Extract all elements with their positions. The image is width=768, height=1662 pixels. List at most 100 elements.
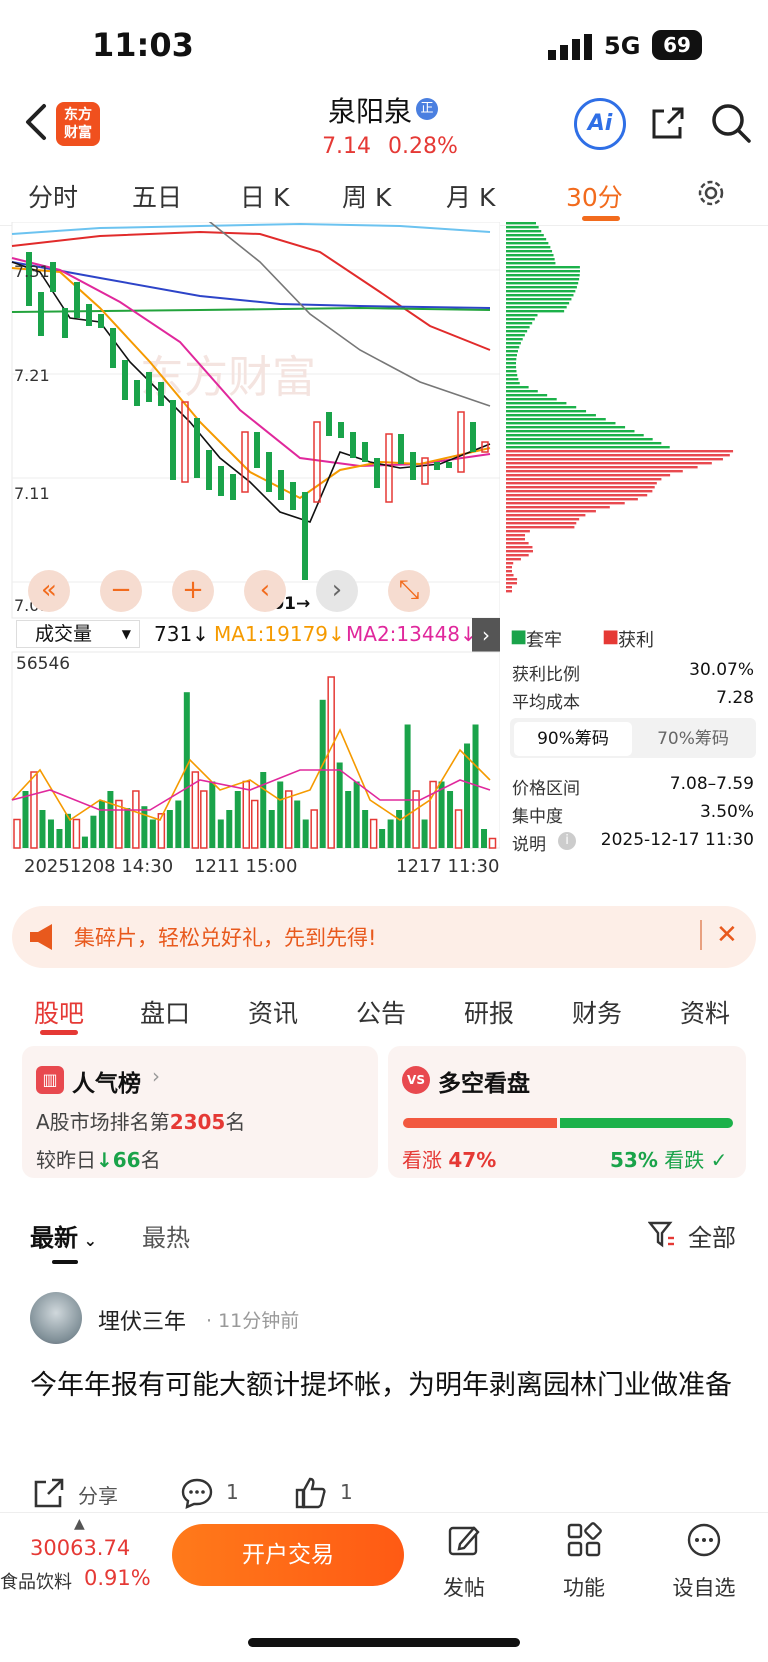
- comment-icon[interactable]: [180, 1476, 214, 1510]
- chip-distribution: [506, 222, 734, 593]
- volume-bar: [362, 810, 369, 848]
- tab-wuri[interactable]: 五日: [132, 178, 182, 214]
- volume-bar: [217, 819, 224, 848]
- arrow-down-icon: ↓: [96, 1148, 113, 1172]
- share-icon[interactable]: [648, 103, 688, 143]
- scroll-left-button[interactable]: ‹: [244, 570, 286, 612]
- chip-bar-profit: [506, 502, 625, 505]
- indicator-next-button[interactable]: ›: [472, 618, 500, 652]
- tab-hottest[interactable]: 最热: [142, 1218, 190, 1253]
- chip-bar-profit: [506, 550, 533, 553]
- chip-bar-trapped: [506, 274, 580, 277]
- chart-icon: ▥: [36, 1066, 64, 1094]
- like-count: 1: [340, 1480, 353, 1504]
- index-value[interactable]: 30063.74: [30, 1536, 130, 1560]
- tab-yanbao[interactable]: 研报: [464, 994, 514, 1030]
- tab-latest[interactable]: 最新 ⌄: [30, 1218, 97, 1253]
- chip-bar-profit: [506, 582, 517, 585]
- nav-functions[interactable]: 功能: [544, 1522, 624, 1602]
- tab-fenshi[interactable]: 分时: [28, 178, 78, 214]
- chip-bar-trapped: [506, 282, 579, 285]
- chip-bar-trapped: [506, 246, 551, 249]
- megaphone-icon: [30, 924, 52, 950]
- tab-zixun[interactable]: 资讯: [248, 994, 298, 1030]
- chip-bar-profit: [506, 478, 662, 481]
- avatar[interactable]: [30, 1292, 82, 1344]
- tab-pankou[interactable]: 盘口: [140, 994, 190, 1030]
- bull-text[interactable]: 看涨 47%: [402, 1144, 496, 1173]
- volume-bar: [81, 836, 88, 848]
- scroll-right-button[interactable]: ›: [316, 570, 358, 612]
- zoom-out-button[interactable]: −: [100, 570, 142, 612]
- post-author[interactable]: 埋伏三年: [98, 1304, 186, 1336]
- chip-bar-profit: [506, 518, 580, 521]
- search-icon[interactable]: [710, 102, 752, 144]
- zoom-in-button[interactable]: +: [172, 570, 214, 612]
- chip-bar-profit: [506, 506, 610, 509]
- current-price: 7.14: [322, 134, 372, 159]
- tab-chip-90[interactable]: 90%筹码: [514, 722, 632, 756]
- chip-bar-trapped: [506, 278, 580, 281]
- tab-week-k[interactable]: 周 K: [342, 178, 391, 214]
- rank-change-number: 66: [112, 1148, 141, 1172]
- open-account-trade-button[interactable]: 开户交易: [172, 1524, 404, 1586]
- chip-bar-trapped: [506, 250, 553, 253]
- chip-bar-trapped: [506, 442, 662, 445]
- volume-bar: [175, 800, 182, 848]
- like-icon[interactable]: [294, 1476, 328, 1510]
- chip-bar-profit: [506, 534, 526, 537]
- nav-post[interactable]: 发帖: [424, 1522, 504, 1602]
- volume-bar: [319, 699, 326, 848]
- volume-bar: [481, 829, 488, 848]
- volume-ma1: MA1:19179↓: [214, 622, 345, 646]
- chip-bar-profit: [506, 562, 514, 565]
- chip-bar-profit: [506, 586, 512, 589]
- kline-chart[interactable]: 东方财富: [0, 222, 500, 622]
- tab-chip-70[interactable]: 70%筹码: [634, 722, 752, 756]
- tab-guba[interactable]: 股吧: [34, 994, 84, 1030]
- indicator-select[interactable]: 成交量 ▼: [16, 620, 140, 648]
- network-type: 5G: [604, 32, 641, 60]
- bear-text[interactable]: 53% 看跌 ✓: [610, 1144, 727, 1173]
- comment-count: 1: [226, 1480, 239, 1504]
- tab-gonggao[interactable]: 公告: [356, 994, 406, 1030]
- chip-bar-trapped: [506, 438, 653, 441]
- tab-ziliao[interactable]: 资料: [680, 994, 730, 1030]
- chip-bar-trapped: [506, 382, 520, 385]
- tab-day-k[interactable]: 日 K: [240, 178, 289, 214]
- chip-bar-trapped: [506, 374, 518, 377]
- scroll-left-far-button[interactable]: «: [28, 570, 70, 612]
- price-range-label: 价格区间: [512, 779, 580, 799]
- chip-bar-trapped: [506, 334, 525, 337]
- chip-bar-trapped: [506, 298, 572, 301]
- tab-month-k[interactable]: 月 K: [446, 178, 495, 214]
- chip-bar-trapped: [506, 230, 542, 233]
- chip-bar-trapped: [506, 410, 587, 413]
- tab-30min[interactable]: 30分: [566, 178, 623, 214]
- info-icon[interactable]: i: [558, 832, 576, 850]
- index-name[interactable]: 食品饮料: [0, 1568, 72, 1594]
- share-label[interactable]: 分享: [78, 1480, 118, 1509]
- nav-watchlist[interactable]: 设自选: [664, 1522, 744, 1602]
- date-end: 1217 11:30: [396, 856, 500, 877]
- filter-all[interactable]: 全部: [688, 1218, 736, 1253]
- ai-button[interactable]: Ai: [574, 98, 626, 150]
- profit-ratio-value: 30.07%: [689, 660, 754, 680]
- chip-bar-trapped: [506, 390, 538, 393]
- fullscreen-button[interactable]: ⤡: [388, 570, 430, 612]
- volume-bar: [107, 791, 114, 848]
- filter-icon[interactable]: [648, 1220, 676, 1248]
- back-icon[interactable]: [22, 102, 52, 142]
- volume-bar: [98, 800, 105, 848]
- tab-caiwu[interactable]: 财务: [572, 994, 622, 1030]
- chip-bar-profit: [506, 474, 671, 477]
- chevron-right-icon: ›: [152, 1064, 160, 1088]
- gear-icon[interactable]: [694, 176, 728, 210]
- price-range-value: 7.08–7.59: [669, 774, 754, 794]
- share-post-icon[interactable]: [32, 1476, 66, 1510]
- popularity-title: 人气榜: [72, 1071, 141, 1097]
- section-tab-underline: [40, 1030, 78, 1035]
- close-icon[interactable]: ✕: [716, 920, 738, 950]
- concentration-label: 集中度: [512, 807, 563, 827]
- post-content[interactable]: 今年年报有可能大额计提坏帐，为明年剥离园林门业做准备: [30, 1362, 740, 1410]
